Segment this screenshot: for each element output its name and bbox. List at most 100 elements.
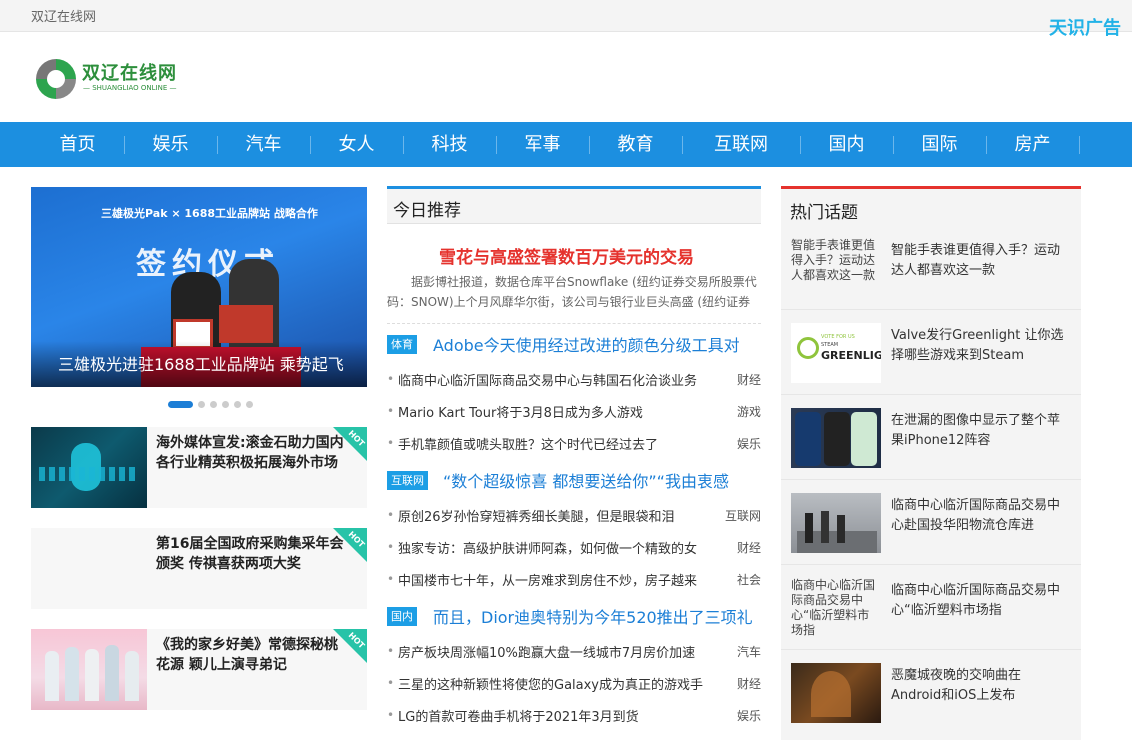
nav-item[interactable]: 国内 <box>800 122 893 167</box>
slider-caption[interactable]: 三雄极光进驻1688工业品牌站 乘势起飞 <box>58 351 344 375</box>
news-row[interactable]: • 原创26岁孙怡穿短裤秀细长美腿，但是眼袋和泪 互联网 <box>387 506 761 526</box>
topic-item[interactable]: 智能手表谁更值得入手？运动达人都喜欢这一款 智能手表谁更值得入手？运动达人都喜欢… <box>781 225 1081 310</box>
site-name-link[interactable]: 双辽在线网 <box>31 6 96 25</box>
broken-image-alt[interactable]: 临商中心临沂国际商品交易中心“临沂塑料市场指 <box>791 578 881 638</box>
news-row[interactable]: • LG的首款可卷曲手机将于2021年3月到货 娱乐 <box>387 706 761 726</box>
hot-topics-heading: 热门话题 <box>790 203 858 223</box>
news-row[interactable]: • 临商中心临沂国际商品交易中心与韩国石化洽谈业务 财经 <box>387 370 761 390</box>
logo-subtitle: — SHUANGLIAO ONLINE — <box>83 84 177 92</box>
card-thumbnail <box>31 427 147 508</box>
feature-headline[interactable]: 雪花与高盛签署数百万美元的交易 <box>439 243 694 268</box>
nav-item[interactable]: 娱乐 <box>124 122 217 167</box>
news-row-category[interactable]: 娱乐 <box>737 707 761 724</box>
section-lead-headline[interactable]: 而且，Dior迪奥特别为今年520推出了三项礼 <box>433 604 753 628</box>
news-row-category[interactable]: 社会 <box>737 571 761 588</box>
bullet-icon: • <box>387 372 395 386</box>
news-row-title[interactable]: 房产板块周涨幅10%跑赢大盘一线城市7月房价加速 <box>398 642 728 661</box>
topic-title[interactable]: 临商中心临沂国际商品交易中心赴国投华阳物流仓库进 <box>891 496 1066 536</box>
nav-item[interactable]: 国际 <box>893 122 986 167</box>
news-row-title[interactable]: 手机靠颜值或唬头取胜？这个时代已经过去了 <box>398 434 728 453</box>
news-row-category[interactable]: 财经 <box>737 371 761 388</box>
slider-dot[interactable] <box>168 401 193 408</box>
topic-item[interactable]: 临商中心临沂国际商品交易中心“临沂塑料市场指 临商中心临沂国际商品交易中心“临沂… <box>781 565 1081 650</box>
news-row-category[interactable]: 互联网 <box>725 507 761 524</box>
category-tag[interactable]: 互联网 <box>387 471 428 490</box>
nav-separator <box>1079 136 1080 154</box>
news-row-category[interactable]: 财经 <box>737 539 761 556</box>
nav-item[interactable]: 房产 <box>986 122 1079 167</box>
main-nav: 首页 娱乐 汽车 女人 科技 军事 教育 互联网 国内 国际 房产 <box>0 122 1132 167</box>
card-title[interactable]: 海外媒体宣发:滚金石助力国内各行业精英积极拓展海外市场 <box>156 433 346 473</box>
bullet-icon: • <box>387 644 395 658</box>
bullet-icon: • <box>387 436 395 450</box>
site-logo[interactable]: 双辽在线网 — SHUANGLIAO ONLINE — <box>36 57 196 99</box>
logo-mid-text: STEAM <box>821 342 839 348</box>
nav-item[interactable]: 科技 <box>403 122 496 167</box>
greenlight-logo-image[interactable]: VOTE FOR US STEAM GREENLIGHT <box>791 323 881 383</box>
category-tag[interactable]: 体育 <box>387 335 417 354</box>
news-row-category[interactable]: 财经 <box>737 675 761 692</box>
category-tag[interactable]: 国内 <box>387 607 417 626</box>
slider-dot[interactable] <box>210 401 217 408</box>
nav-item[interactable]: 汽车 <box>217 122 310 167</box>
section-header: 今日推荐 <box>387 186 761 224</box>
hot-topics: 热门话题 智能手表谁更值得入手？运动达人都喜欢这一款 智能手表谁更值得入手？运动… <box>781 186 1081 740</box>
bullet-icon: • <box>387 540 395 554</box>
card-title[interactable]: 《我的家乡好美》常德探秘桃花源 颖儿上演寻弟记 <box>156 635 346 675</box>
news-row[interactable]: • Mario Kart Tour将于3月8日成为多人游戏 游戏 <box>387 402 761 422</box>
topic-title[interactable]: 临商中心临沂国际商品交易中心“临沂塑料市场指 <box>891 581 1066 621</box>
topic-title[interactable]: Valve发行Greenlight 让你选择哪些游戏来到Steam <box>891 326 1066 366</box>
nav-item[interactable]: 女人 <box>310 122 403 167</box>
topic-title[interactable]: 恶魔城夜晚的交响曲在Android和iOS上发布 <box>891 666 1066 706</box>
news-row-category[interactable]: 游戏 <box>737 403 761 420</box>
logo-mark-icon <box>36 59 76 99</box>
game-art-image[interactable] <box>791 663 881 723</box>
bullet-icon: • <box>387 508 395 522</box>
logo-name: 双辽在线网 <box>82 63 177 84</box>
news-row-title[interactable]: 原创26岁孙怡穿短裤秀细长美腿，但是眼袋和泪 <box>398 506 728 525</box>
section-lead-headline[interactable]: “数个超级惊喜 都想要送给你”“我由衷感 <box>443 468 729 492</box>
ad-label[interactable]: 天识广告 <box>1049 14 1121 40</box>
news-row[interactable]: • 独家专访：高级护肤讲师阿森，如何做一个精致的女 财经 <box>387 538 761 558</box>
news-card[interactable]: 第16届全国政府采购集采年会颁奖 传祺喜获两项大奖 HOT <box>31 528 367 609</box>
people-image[interactable] <box>791 493 881 553</box>
news-row[interactable]: • 三星的这种新颖性将使您的Galaxy成为真正的游戏手 财经 <box>387 674 761 694</box>
news-row[interactable]: • 中国楼市七十年，从一房难求到房住不炒，房子越来 社会 <box>387 570 761 590</box>
news-card[interactable]: 海外媒体宣发:滚金石助力国内各行业精英积极拓展海外市场 HOT <box>31 427 367 508</box>
feature-summary: 据彭博社报道，数据仓库平台Snowflake (纽约证券交易所股票代码：SNOW… <box>387 275 757 309</box>
topic-item[interactable]: 恶魔城夜晚的交响曲在Android和iOS上发布 <box>781 650 1081 735</box>
news-card[interactable]: 《我的家乡好美》常德探秘桃花源 颖儿上演寻弟记 HOT <box>31 629 367 710</box>
news-row-category[interactable]: 娱乐 <box>737 435 761 452</box>
slider-dot[interactable] <box>222 401 229 408</box>
topic-title[interactable]: 智能手表谁更值得入手？运动达人都喜欢这一款 <box>891 241 1066 281</box>
news-row-category[interactable]: 汽车 <box>737 643 761 660</box>
news-row[interactable]: • 手机靠颜值或唬头取胜？这个时代已经过去了 娱乐 <box>387 434 761 454</box>
topic-item[interactable]: 在泄漏的图像中显示了整个苹果iPhone12阵容 <box>781 395 1081 480</box>
news-row[interactable]: • 房产板块周涨幅10%跑赢大盘一线城市7月房价加速 汽车 <box>387 642 761 662</box>
news-row-title[interactable]: Mario Kart Tour将于3月8日成为多人游戏 <box>398 402 728 421</box>
nav-item[interactable]: 军事 <box>496 122 589 167</box>
headline-slider[interactable]: 三雄极光Pak × 1688工业品牌站 战略合作 签约仪式 三雄极光进驻1688… <box>31 187 367 387</box>
news-row-title[interactable]: 临商中心临沂国际商品交易中心与韩国石化洽谈业务 <box>398 370 728 389</box>
nav-item[interactable]: 教育 <box>589 122 682 167</box>
iphone-image[interactable] <box>791 408 881 468</box>
slider-dot[interactable] <box>246 401 253 408</box>
slider-dot[interactable] <box>234 401 241 408</box>
topic-item[interactable]: 临商中心临沂国际商品交易中心赴国投华阳物流仓库进 <box>781 480 1081 565</box>
news-row-title[interactable]: 独家专访：高级护肤讲师阿森，如何做一个精致的女 <box>398 538 728 557</box>
top-bar: 双辽在线网 天识广告 <box>0 0 1132 39</box>
bullet-icon: • <box>387 404 395 418</box>
topic-item[interactable]: VOTE FOR US STEAM GREENLIGHT Valve发行Gree… <box>781 310 1081 395</box>
nav-item[interactable]: 互联网 <box>682 122 800 167</box>
slider-dot[interactable] <box>198 401 205 408</box>
news-row-title[interactable]: 中国楼市七十年，从一房难求到房住不炒，房子越来 <box>398 570 728 589</box>
card-thumbnail <box>31 629 147 710</box>
topic-title[interactable]: 在泄漏的图像中显示了整个苹果iPhone12阵容 <box>891 411 1066 451</box>
bullet-icon: • <box>387 676 395 690</box>
section-lead-headline[interactable]: Adobe今天使用经过改进的颜色分级工具对 <box>433 332 740 356</box>
card-title[interactable]: 第16届全国政府采购集采年会颁奖 传祺喜获两项大奖 <box>156 534 346 574</box>
broken-image-alt[interactable]: 智能手表谁更值得入手？运动达人都喜欢这一款 <box>791 238 881 298</box>
nav-item[interactable]: 首页 <box>31 122 124 167</box>
news-row-title[interactable]: 三星的这种新颖性将使您的Galaxy成为真正的游戏手 <box>398 674 728 693</box>
news-row-title[interactable]: LG的首款可卷曲手机将于2021年3月到货 <box>398 706 728 725</box>
